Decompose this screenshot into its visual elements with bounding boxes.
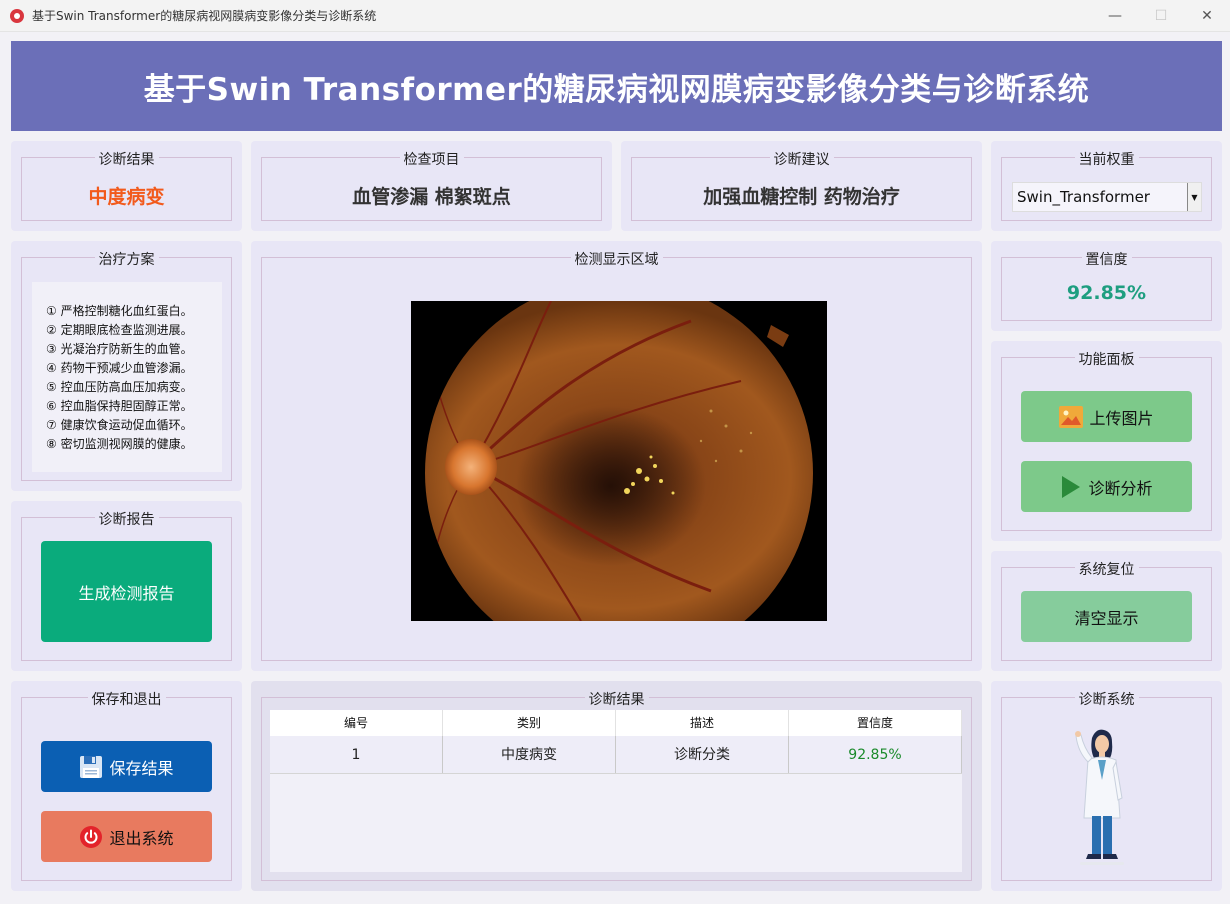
generate-report-button[interactable]: 生成检测报告 <box>41 541 212 642</box>
system-group: 诊断系统 <box>1001 689 1212 881</box>
weights-select[interactable]: Swin_Transformer ▼ <box>1012 182 1202 212</box>
treatment-list: ① 严格控制糖化血红蛋白。 ② 定期眼底检查监测进展。 ③ 光凝治疗防新生的血管… <box>32 282 222 472</box>
reset-label: 系统复位 <box>1074 559 1139 579</box>
cell-category: 中度病变 <box>443 736 616 773</box>
upload-image-label: 上传图片 <box>1089 408 1154 428</box>
check-items-group: 检查项目 血管渗漏 棉絮斑点 <box>261 149 602 221</box>
save-exit-group: 保存和退出 保存结果 退出系统 <box>21 689 232 881</box>
system-label: 诊断系统 <box>1074 689 1139 709</box>
exit-system-label: 退出系统 <box>109 828 174 848</box>
report-panel: 诊断报告 生成检测报告 <box>11 501 242 671</box>
reset-group: 系统复位 清空显示 <box>1001 559 1212 661</box>
treatment-item: ④ 药物干预减少血管渗漏。 <box>46 361 193 375</box>
table-row[interactable]: 1 中度病变 诊断分类 92.85% <box>270 736 962 774</box>
diagnosis-result-label: 诊断结果 <box>94 149 159 169</box>
display-area-label: 检测显示区域 <box>570 249 663 269</box>
results-label: 诊断结果 <box>584 689 649 709</box>
treatment-label: 治疗方案 <box>94 249 159 269</box>
confidence-panel: 置信度 92.85% <box>991 241 1222 331</box>
confidence-label: 置信度 <box>1081 249 1132 269</box>
diagnosis-result-value: 中度病变 <box>88 186 165 208</box>
column-header-description[interactable]: 描述 <box>616 710 789 736</box>
check-items-label: 检查项目 <box>399 149 464 169</box>
reset-panel: 系统复位 清空显示 <box>991 551 1222 671</box>
exit-system-button[interactable]: 退出系统 <box>41 811 212 862</box>
check-items-value: 血管渗漏 棉絮斑点 <box>352 186 511 208</box>
floppy-disk-icon <box>79 755 103 779</box>
chevron-down-icon[interactable]: ▼ <box>1187 183 1201 211</box>
function-panel: 功能面板 上传图片 诊断分析 <box>991 341 1222 541</box>
advice-panel: 诊断建议 加强血糖控制 药物治疗 <box>621 141 982 231</box>
power-icon <box>79 825 103 849</box>
treatment-item: ① 严格控制糖化血红蛋白。 <box>46 304 193 318</box>
treatment-group: 治疗方案 ① 严格控制糖化血红蛋白。 ② 定期眼底检查监测进展。 ③ 光凝治疗防… <box>21 249 232 481</box>
save-exit-label: 保存和退出 <box>87 689 166 709</box>
cell-id: 1 <box>270 736 443 773</box>
confidence-value: 92.85% <box>1066 282 1147 304</box>
confidence-group: 置信度 92.85% <box>1001 249 1212 321</box>
close-button[interactable]: ✕ <box>1184 0 1230 32</box>
save-results-label: 保存结果 <box>109 758 174 778</box>
treatment-item: ② 定期眼底检查监测进展。 <box>46 323 193 337</box>
diagnose-analysis-button[interactable]: 诊断分析 <box>1021 461 1192 512</box>
table-header: 编号 类别 描述 置信度 <box>270 710 962 736</box>
weights-label: 当前权重 <box>1074 149 1139 169</box>
window-title: 基于Swin Transformer的糖尿病视网膜病变影像分类与诊断系统 <box>32 9 377 23</box>
treatment-item: ⑤ 控血压防高血压加病变。 <box>46 380 193 394</box>
app-header: 基于Swin Transformer的糖尿病视网膜病变影像分类与诊断系统 <box>11 41 1222 131</box>
cell-description: 诊断分类 <box>616 736 789 773</box>
minimize-button[interactable]: — <box>1092 0 1138 32</box>
app-eye-icon <box>10 8 24 23</box>
clear-display-button[interactable]: 清空显示 <box>1021 591 1192 642</box>
display-group: 检测显示区域 <box>261 249 972 661</box>
function-panel-label: 功能面板 <box>1074 349 1139 369</box>
column-header-confidence[interactable]: 置信度 <box>789 710 962 736</box>
window-titlebar: 基于Swin Transformer的糖尿病视网膜病变影像分类与诊断系统 — ☐… <box>0 0 1230 32</box>
treatment-item: ⑦ 健康饮食运动促血循环。 <box>46 418 193 432</box>
results-table: 编号 类别 描述 置信度 1 中度病变 诊断分类 92.85% <box>270 710 962 872</box>
system-panel: 诊断系统 <box>991 681 1222 891</box>
advice-group: 诊断建议 加强血糖控制 药物治疗 <box>631 149 972 221</box>
advice-label: 诊断建议 <box>769 149 834 169</box>
report-label: 诊断报告 <box>94 509 159 529</box>
results-panel: 诊断结果 编号 类别 描述 置信度 1 中度病变 诊断分类 92.85% <box>251 681 982 891</box>
diagnosis-result-panel: 诊断结果 中度病变 <box>11 141 242 231</box>
diagnose-analysis-label: 诊断分析 <box>1088 478 1153 498</box>
advice-value: 加强血糖控制 药物治疗 <box>703 186 900 208</box>
weights-group: 当前权重 Swin_Transformer ▼ <box>1001 149 1212 221</box>
display-panel: 检测显示区域 <box>251 241 982 671</box>
treatment-item: ③ 光凝治疗防新生的血管。 <box>46 342 193 356</box>
diagnosis-result-group: 诊断结果 中度病变 <box>21 149 232 221</box>
upload-image-button[interactable]: 上传图片 <box>1021 391 1192 442</box>
treatment-item: ⑥ 控血脂保持胆固醇正常。 <box>46 399 193 413</box>
cell-confidence: 92.85% <box>789 736 962 773</box>
doctor-illustration <box>1072 728 1132 868</box>
play-icon <box>1060 475 1082 499</box>
image-icon <box>1059 405 1084 428</box>
check-items-panel: 检查项目 血管渗漏 棉絮斑点 <box>251 141 612 231</box>
report-group: 诊断报告 生成检测报告 <box>21 509 232 661</box>
save-results-button[interactable]: 保存结果 <box>41 741 212 792</box>
column-header-id[interactable]: 编号 <box>270 710 443 736</box>
fundus-image <box>411 301 827 621</box>
column-header-category[interactable]: 类别 <box>443 710 616 736</box>
maximize-button[interactable]: ☐ <box>1138 0 1184 32</box>
function-group: 功能面板 上传图片 诊断分析 <box>1001 349 1212 531</box>
save-exit-panel: 保存和退出 保存结果 退出系统 <box>11 681 242 891</box>
weights-selected-value: Swin_Transformer <box>1017 188 1150 206</box>
window-controls: — ☐ ✕ <box>1092 0 1230 32</box>
weights-panel: 当前权重 Swin_Transformer ▼ <box>991 141 1222 231</box>
treatment-item: ⑧ 密切监测视网膜的健康。 <box>46 437 193 451</box>
treatment-panel: 治疗方案 ① 严格控制糖化血红蛋白。 ② 定期眼底检查监测进展。 ③ 光凝治疗防… <box>11 241 242 491</box>
app-title: 基于Swin Transformer的糖尿病视网膜病变影像分类与诊断系统 <box>143 71 1090 108</box>
